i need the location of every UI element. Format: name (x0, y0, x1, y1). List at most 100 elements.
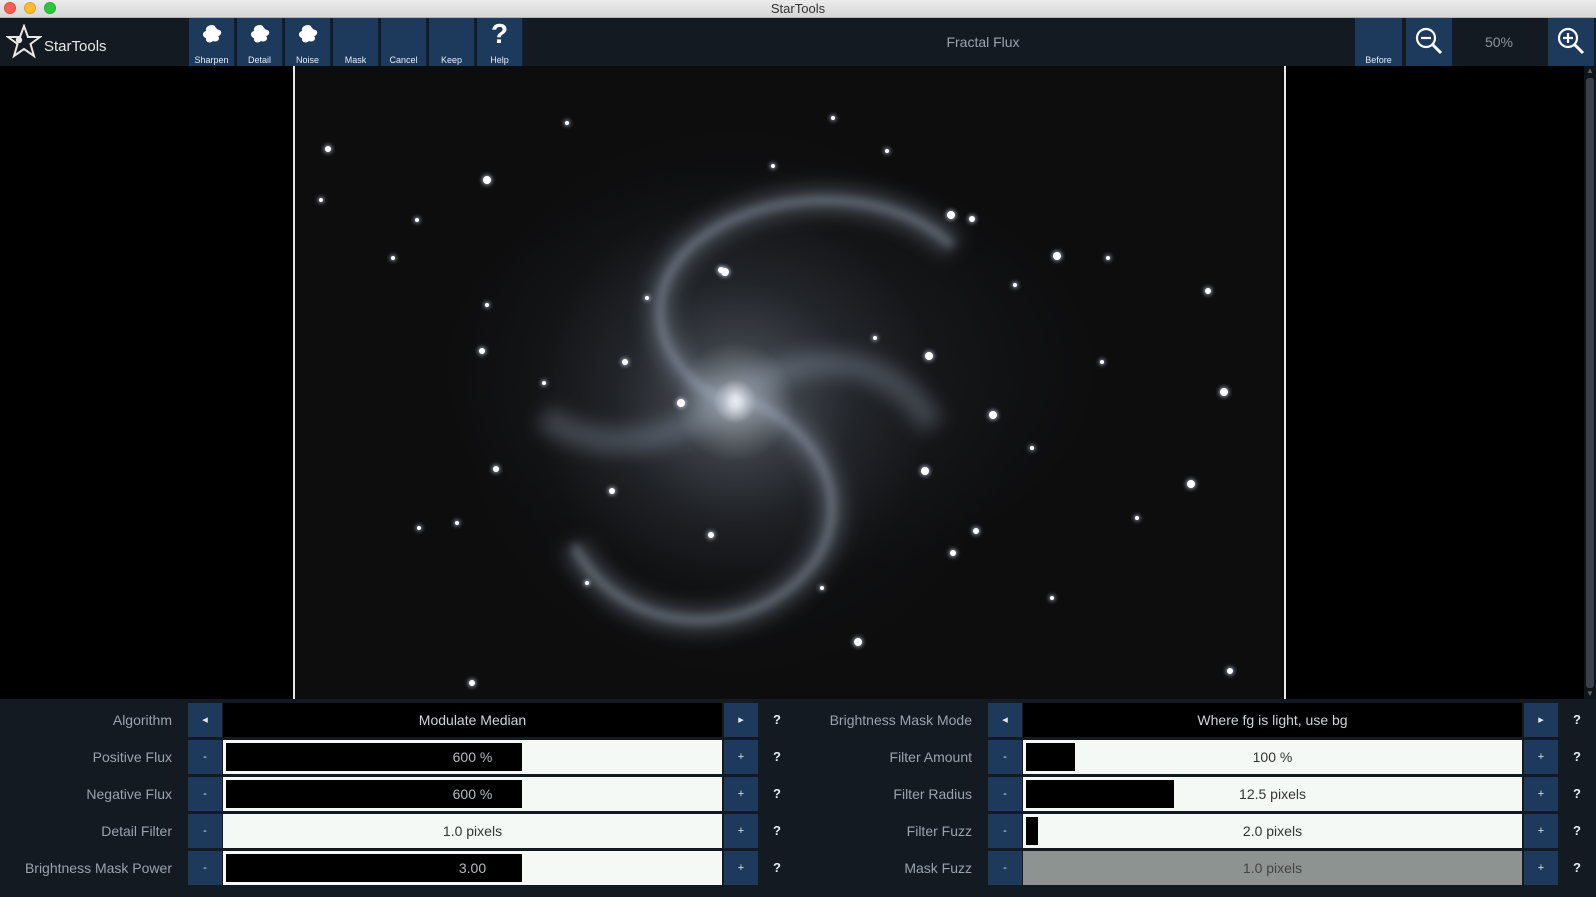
star (565, 121, 569, 125)
param-label-filter-radius: Filter Radius (893, 786, 972, 802)
decrease-filter-radius-button[interactable]: - (988, 777, 1022, 811)
toolbar-button-cancel[interactable]: Cancel (381, 18, 427, 66)
close-window-button[interactable] (4, 2, 16, 14)
toolbar-button-detail[interactable]: Detail (237, 18, 283, 66)
vertical-scrollbar[interactable]: ▲ ▼ (1584, 66, 1596, 699)
help-brightness-mask-power-button[interactable]: ? (760, 851, 794, 885)
decrease-algorithm-button[interactable]: ◂ (188, 703, 222, 737)
toolbar-button-label: Detail (247, 55, 271, 65)
star (771, 164, 775, 168)
slider-positive-flux[interactable]: 600 % (223, 740, 722, 774)
help-detail-filter-button[interactable]: ? (760, 814, 794, 848)
selector-brightness-mask-mode[interactable]: Where fg is light, use bg (1023, 703, 1522, 737)
help-filter-fuzz-button[interactable]: ? (1560, 814, 1594, 848)
window-title: StarTools (770, 1, 826, 16)
star (1100, 360, 1104, 364)
selector-algorithm[interactable]: Modulate Median (223, 703, 722, 737)
app-logo: StarTools (6, 22, 107, 62)
star (921, 467, 929, 475)
scroll-up-icon[interactable]: ▲ (1585, 66, 1595, 76)
star (493, 466, 499, 472)
star (585, 581, 589, 585)
param-value-algorithm: Modulate Median (418, 712, 527, 728)
slider-filter-radius[interactable]: 12.5 pixels (1023, 777, 1522, 811)
decrease-filter-fuzz-button[interactable]: - (988, 814, 1022, 848)
star (483, 176, 491, 184)
toolbar-button-label: Sharpen (194, 55, 229, 65)
star-logo-icon (6, 24, 42, 59)
zoom-in-button[interactable] (1548, 18, 1594, 66)
slider-detail-filter[interactable]: 1.0 pixels (223, 814, 722, 848)
scroll-down-icon[interactable]: ▼ (1585, 689, 1595, 699)
zoom-out-button[interactable] (1406, 18, 1452, 66)
help-positive-flux-button[interactable]: ? (760, 740, 794, 774)
increase-negative-flux-button[interactable]: + (724, 777, 758, 811)
increase-filter-amount-button[interactable]: + (1524, 740, 1558, 774)
increase-mask-fuzz-button[interactable]: + (1524, 851, 1558, 885)
slider-brightness-mask-power[interactable]: 3.00 (223, 851, 722, 885)
toolbar-button-sharpen[interactable]: Sharpen (189, 18, 235, 66)
slider-filter-fuzz[interactable]: 2.0 pixels (1023, 814, 1522, 848)
toolbar-button-keep[interactable]: Keep (429, 18, 475, 66)
star (925, 352, 933, 360)
star (1013, 283, 1017, 287)
increase-positive-flux-button[interactable]: + (724, 740, 758, 774)
star (1053, 252, 1061, 260)
toolbar-button-mask[interactable]: Mask (333, 18, 379, 66)
slider-negative-flux[interactable]: 600 % (223, 777, 722, 811)
star (1205, 288, 1211, 294)
zoom-level: 50% (1484, 34, 1514, 50)
slider-mask-fuzz[interactable]: 1.0 pixels (1023, 851, 1522, 885)
decrease-negative-flux-button[interactable]: - (188, 777, 222, 811)
star (1106, 256, 1110, 260)
increase-brightness-mask-power-button[interactable]: + (724, 851, 758, 885)
help-mask-fuzz-button[interactable]: ? (1560, 851, 1594, 885)
help-filter-amount-button[interactable]: ? (1560, 740, 1594, 774)
decrease-detail-filter-button[interactable]: - (188, 814, 222, 848)
decrease-brightness-mask-power-button[interactable]: - (188, 851, 222, 885)
decrease-filter-amount-button[interactable]: - (988, 740, 1022, 774)
star (325, 146, 331, 152)
help-negative-flux-button[interactable]: ? (760, 777, 794, 811)
decrease-brightness-mask-mode-button[interactable]: ◂ (988, 703, 1022, 737)
param-label-positive-flux: Positive Flux (92, 749, 172, 765)
galaxy-image[interactable] (293, 66, 1286, 699)
before-button[interactable]: Before (1355, 18, 1402, 66)
star (319, 198, 323, 202)
param-label-filter-fuzz: Filter Fuzz (906, 823, 972, 839)
toolbar-button-label: Cancel (389, 55, 418, 65)
minimize-window-button[interactable] (24, 2, 36, 14)
param-label-filter-amount: Filter Amount (889, 749, 972, 765)
help-filter-radius-button[interactable]: ? (1560, 777, 1594, 811)
blob-icon (203, 25, 222, 43)
image-viewport[interactable] (0, 66, 1584, 699)
toolbar-button-help[interactable]: ? Help (477, 18, 523, 66)
increase-filter-radius-button[interactable]: + (1524, 777, 1558, 811)
param-label-brightness-mask-mode: Brightness Mask Mode (829, 712, 972, 728)
star (455, 521, 459, 525)
maximize-window-button[interactable] (44, 2, 56, 14)
star (542, 381, 546, 385)
increase-brightness-mask-mode-button[interactable]: ▸ (1524, 703, 1558, 737)
help-brightness-mask-mode-button[interactable]: ? (1560, 703, 1594, 737)
toolbar-button-label: Noise (295, 55, 319, 65)
param-value-brightness-mask-mode: Where fg is light, use bg (1197, 712, 1348, 728)
slider-filter-amount[interactable]: 100 % (1023, 740, 1522, 774)
star (969, 216, 975, 222)
increase-detail-filter-button[interactable]: + (724, 814, 758, 848)
increase-filter-fuzz-button[interactable]: + (1524, 814, 1558, 848)
help-algorithm-button[interactable]: ? (760, 703, 794, 737)
star (677, 399, 685, 407)
decrease-mask-fuzz-button[interactable]: - (988, 851, 1022, 885)
toolbar-button-label: Keep (440, 55, 463, 65)
star (820, 586, 824, 590)
star (831, 116, 835, 120)
scrollbar-thumb[interactable] (1586, 78, 1594, 688)
toolbar-button-noise[interactable]: Noise (285, 18, 331, 66)
question-icon: ? (490, 18, 509, 49)
toolbar-button-label: Mask (344, 55, 367, 65)
star (989, 411, 997, 419)
star (391, 256, 395, 260)
increase-algorithm-button[interactable]: ▸ (724, 703, 758, 737)
decrease-positive-flux-button[interactable]: - (188, 740, 222, 774)
